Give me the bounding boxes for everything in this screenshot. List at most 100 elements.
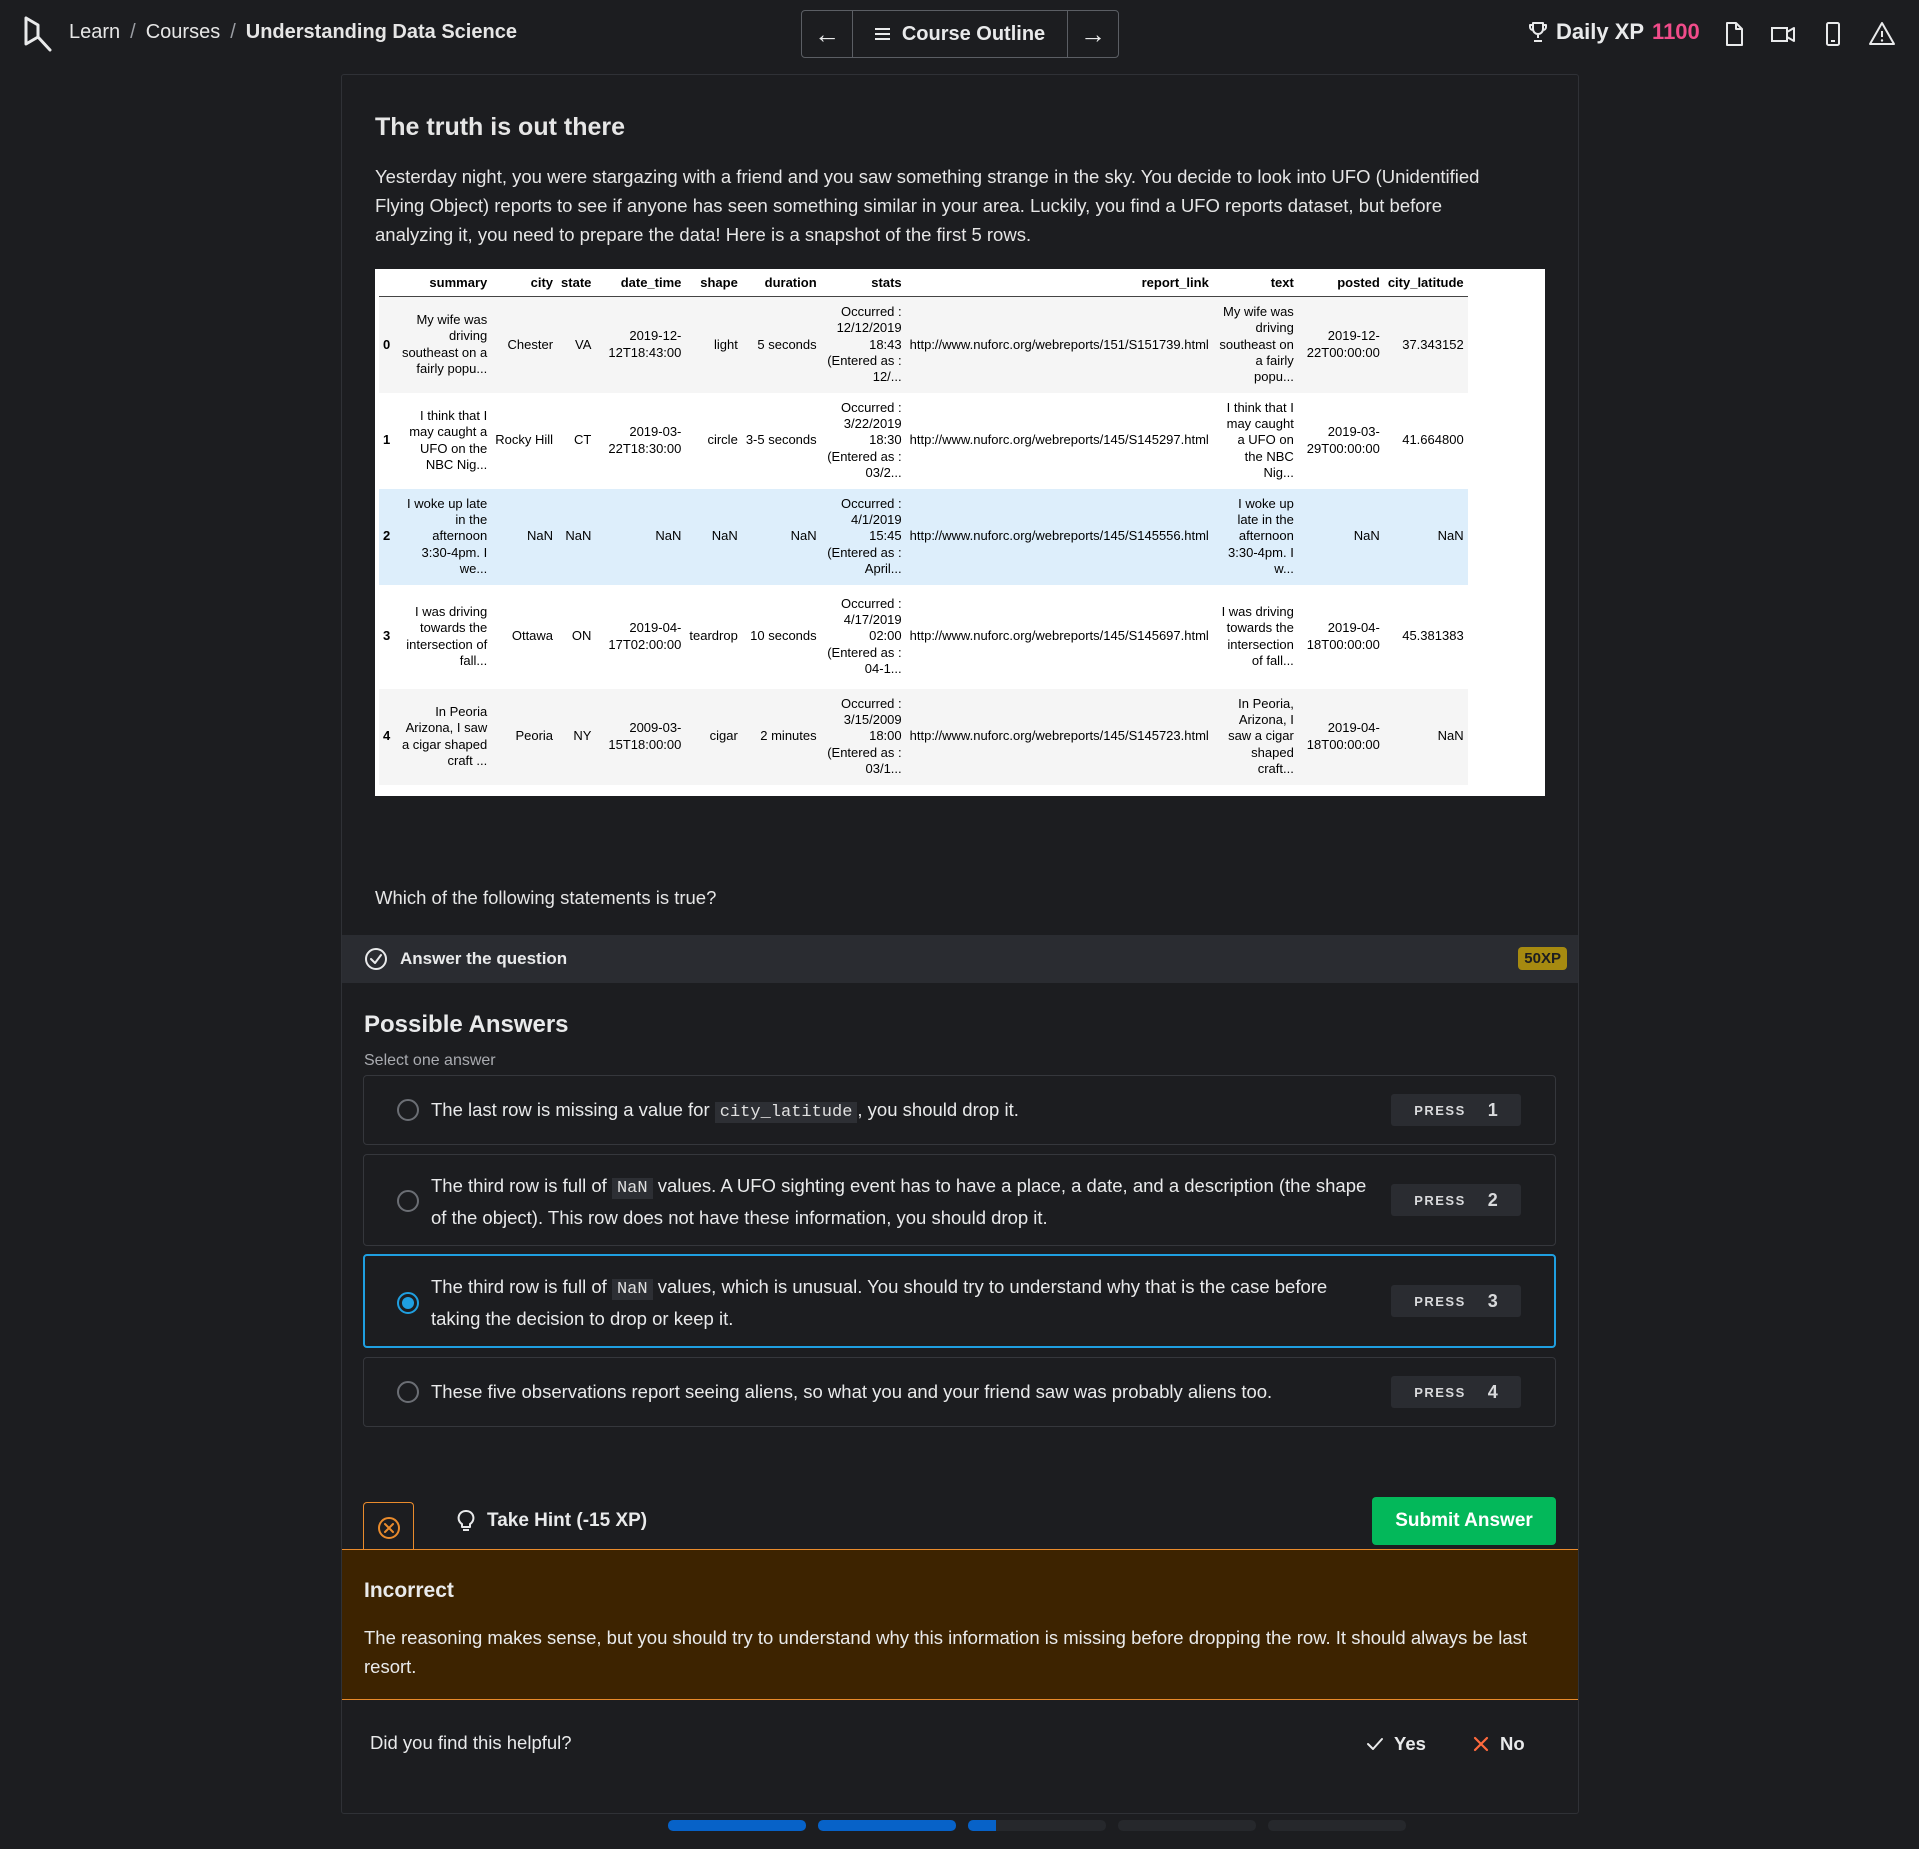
close-circle-icon xyxy=(378,1517,400,1539)
cell-date-time: NaN xyxy=(595,488,686,585)
cell-report-link: http://www.nuforc.org/webreports/145/S14… xyxy=(909,628,1209,644)
cell-duration: 3-5 seconds xyxy=(745,432,817,448)
answer-text-part: These five observations report seeing al… xyxy=(431,1381,1273,1402)
take-hint-button[interactable]: Take Hint (-15 XP) xyxy=(455,1509,647,1533)
cell-text: My wife was driving southeast on a fairl… xyxy=(1212,296,1298,393)
feedback-panel: Incorrect The reasoning makes sense, but… xyxy=(342,1549,1578,1700)
video-icon[interactable] xyxy=(1769,20,1797,48)
answer-question-label: Answer the question xyxy=(400,949,568,968)
exercise-intro: Yesterday night, you were stargazing wit… xyxy=(375,166,1480,245)
course-outline-label: Course Outline xyxy=(901,22,1046,45)
mobile-icon[interactable] xyxy=(1819,20,1847,48)
cell-date-time: 2019-12-12T18:43:00 xyxy=(595,296,686,393)
cell-city-latitude: 45.381383 xyxy=(1402,628,1464,644)
cell-city-latitude: NaN xyxy=(1383,688,1468,785)
dataframe-table: summary city state date_time shape durat… xyxy=(379,273,1468,785)
cell-shape: light xyxy=(685,296,742,393)
cell-date-time: 2019-03-22T18:30:00 xyxy=(608,424,682,456)
cell-city: Chester xyxy=(491,296,558,393)
radio-button-selected[interactable] xyxy=(397,1292,419,1314)
answer-option-4[interactable]: These five observations report seeing al… xyxy=(363,1357,1556,1427)
submit-answer-button[interactable]: Submit Answer xyxy=(1372,1497,1556,1545)
previous-exercise-button[interactable]: ← xyxy=(802,11,853,57)
answer-question-bar: Answer the question 50XP xyxy=(342,935,1578,983)
shortcut-key: 3 xyxy=(1487,1290,1498,1311)
radio-button[interactable] xyxy=(397,1381,419,1403)
shortcut-key: 1 xyxy=(1487,1099,1498,1120)
course-navigation: ← Course Outline → xyxy=(801,10,1119,58)
column-header: stats xyxy=(820,273,906,297)
column-header: shape xyxy=(685,273,742,297)
cell-text: I was driving towards the intersection o… xyxy=(1221,603,1294,668)
press-label: PRESS xyxy=(1414,1384,1466,1400)
cell-stats: Occurred : 3/15/2009 18:00 (Entered as :… xyxy=(820,688,906,785)
answer-option-2[interactable]: The third row is full of NaN values. A U… xyxy=(363,1154,1556,1246)
breadcrumb-course[interactable]: Understanding Data Science xyxy=(246,21,517,44)
daily-xp-value: 1100 xyxy=(1652,19,1700,44)
document-icon[interactable] xyxy=(1720,20,1748,48)
logo-icon[interactable] xyxy=(22,14,54,54)
progress-segment-fill xyxy=(818,1820,956,1831)
radio-button[interactable] xyxy=(397,1190,419,1212)
warning-icon[interactable] xyxy=(1868,20,1896,48)
row-index: 1 xyxy=(383,432,391,448)
press-label: PRESS xyxy=(1414,1293,1466,1309)
column-header: date_time xyxy=(595,273,686,297)
cell-duration: NaN xyxy=(741,488,821,585)
course-outline-button[interactable]: Course Outline xyxy=(853,11,1067,57)
column-header: city_latitude xyxy=(1383,273,1468,297)
progress-segment xyxy=(668,1820,806,1831)
feedback-toggle-tab[interactable] xyxy=(363,1502,414,1550)
xp-badge: 50XP xyxy=(1518,947,1567,970)
close-icon xyxy=(1473,1736,1489,1752)
shortcut-key: 2 xyxy=(1487,1189,1498,1210)
code-snippet: NaN xyxy=(611,1178,653,1199)
answer-text-part: The third row is full of xyxy=(431,1276,612,1297)
radio-button[interactable] xyxy=(397,1099,419,1121)
answer-text-part: The third row is full of xyxy=(431,1175,612,1196)
breadcrumb-courses[interactable]: Courses xyxy=(146,21,220,44)
cell-posted: NaN xyxy=(1297,488,1384,585)
helpful-yes-button[interactable]: Yes xyxy=(1366,1733,1426,1755)
cell-stats: Occurred : 3/22/2019 18:30 (Entered as :… xyxy=(827,399,902,480)
column-header: duration xyxy=(741,273,821,297)
top-bar: Learn / Courses / Understanding Data Sci… xyxy=(0,0,1919,68)
progress-segment-fill xyxy=(668,1820,806,1831)
no-label: No xyxy=(1500,1733,1525,1754)
shortcut-key: 4 xyxy=(1487,1381,1498,1402)
helpful-no-button[interactable]: No xyxy=(1472,1733,1525,1755)
row-index: 0 xyxy=(379,296,397,393)
feedback-title: Incorrect xyxy=(364,1579,454,1602)
code-snippet: NaN xyxy=(611,1279,653,1300)
cell-stats: Occurred : 4/1/2019 15:45 (Entered as : … xyxy=(820,488,906,585)
cell-summary: My wife was driving southeast on a fairl… xyxy=(396,296,492,393)
next-exercise-button[interactable]: → xyxy=(1067,11,1118,57)
possible-answers-heading: Possible Answers xyxy=(364,1011,569,1038)
progress-segment xyxy=(1268,1820,1406,1831)
cell-date-time: 2019-04-17T02:00:00 xyxy=(608,620,682,652)
column-header: text xyxy=(1212,273,1298,297)
answer-option-1[interactable]: The last row is missing a value for city… xyxy=(363,1075,1556,1145)
column-header: city xyxy=(491,273,558,297)
helpful-question: Did you find this helpful? xyxy=(370,1732,572,1753)
cell-state: NaN xyxy=(557,488,596,585)
cell-city: Ottawa xyxy=(511,628,554,644)
cell-shape: teardrop xyxy=(689,628,738,644)
cell-date-time: 2009-03-15T18:00:00 xyxy=(595,688,686,785)
cell-posted: 2019-03-29T00:00:00 xyxy=(1306,424,1380,456)
table-row: 1 I think that I may caught a UFO on the… xyxy=(379,393,1468,489)
column-header-index xyxy=(379,273,397,297)
answer-option-3-selected[interactable]: The third row is full of NaN values, whi… xyxy=(363,1254,1556,1348)
answer-text: The last row is missing a value for city… xyxy=(431,1095,1381,1127)
cell-report-link: http://www.nuforc.org/webreports/145/S14… xyxy=(905,688,1213,785)
keyboard-shortcut-badge: PRESS 2 xyxy=(1391,1184,1521,1216)
cell-report-link: http://www.nuforc.org/webreports/145/S14… xyxy=(909,432,1209,448)
check-icon xyxy=(1367,1738,1383,1750)
cell-city: Peoria xyxy=(491,688,558,785)
press-label: PRESS xyxy=(1414,1102,1466,1118)
exercise-title: The truth is out there xyxy=(375,113,625,141)
breadcrumb: Learn / Courses / Understanding Data Sci… xyxy=(69,21,517,44)
breadcrumb-learn[interactable]: Learn xyxy=(69,21,120,44)
daily-xp: Daily XP 1100 xyxy=(1528,19,1700,45)
table-row-highlighted: 2 I woke up late in the afternoon 3:30-4… xyxy=(379,488,1468,585)
